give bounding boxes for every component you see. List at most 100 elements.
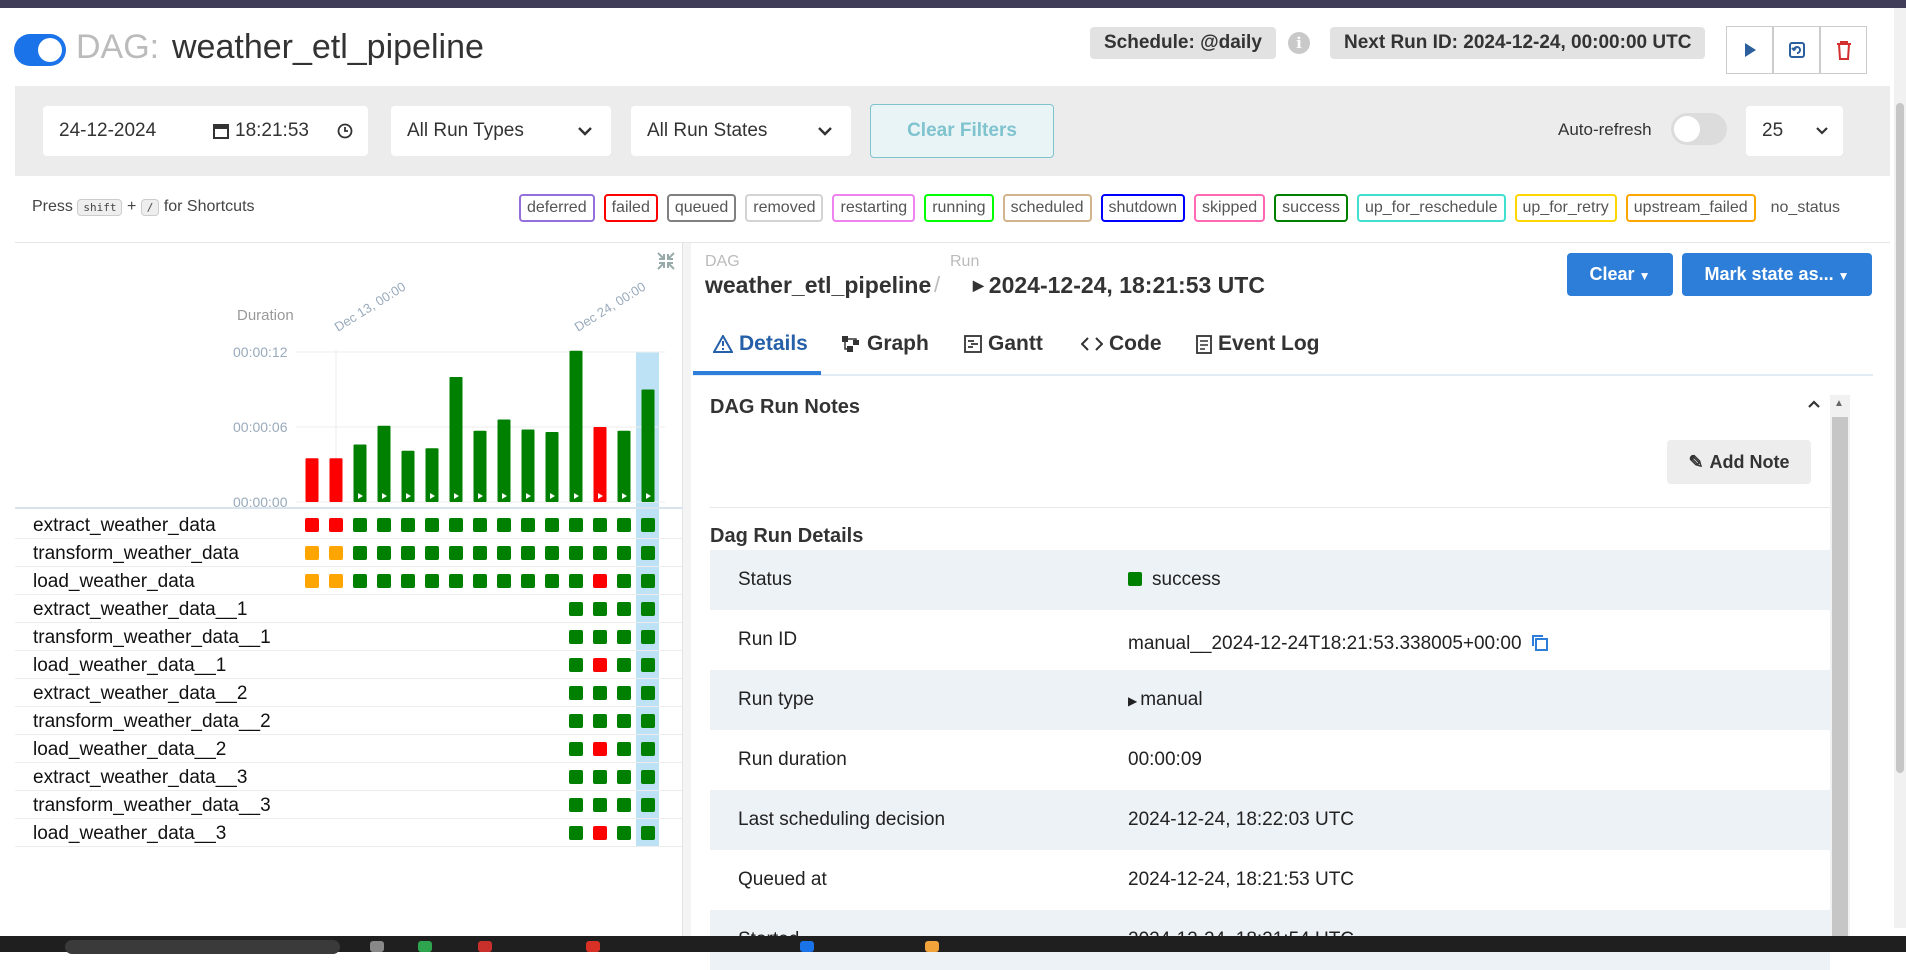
- task-row[interactable]: extract_weather_data: [15, 511, 685, 539]
- task-instance-success[interactable]: [641, 798, 655, 812]
- legend-running[interactable]: running: [924, 194, 994, 222]
- task-name[interactable]: load_weather_data__3: [33, 823, 226, 845]
- legend-queued[interactable]: queued: [666, 194, 737, 222]
- dag-pause-toggle[interactable]: [14, 34, 66, 66]
- tab-code[interactable]: Code: [1081, 332, 1162, 356]
- task-instance-success[interactable]: [617, 686, 631, 700]
- task-instance-success[interactable]: [401, 574, 415, 588]
- task-instance-success[interactable]: [593, 518, 607, 532]
- task-name[interactable]: transform_weather_data__3: [33, 795, 271, 817]
- tab-event-log[interactable]: Event Log: [1196, 332, 1320, 356]
- task-instance-success[interactable]: [545, 574, 559, 588]
- task-instance-success[interactable]: [569, 518, 583, 532]
- app-icon[interactable]: [478, 941, 492, 952]
- task-instance-success[interactable]: [641, 770, 655, 784]
- task-instance-success[interactable]: [449, 518, 463, 532]
- tab-graph[interactable]: Graph: [841, 332, 929, 356]
- task-instance-success[interactable]: [593, 686, 607, 700]
- task-instance-success[interactable]: [641, 714, 655, 728]
- task-name[interactable]: load_weather_data: [33, 571, 195, 593]
- task-instance-success[interactable]: [353, 546, 367, 560]
- copy-icon[interactable]: [1530, 633, 1550, 653]
- task-instance-failed[interactable]: [593, 742, 607, 756]
- task-instance-success[interactable]: [569, 826, 583, 840]
- task-name[interactable]: transform_weather_data__2: [33, 711, 271, 733]
- task-instance-success[interactable]: [545, 546, 559, 560]
- task-name[interactable]: extract_weather_data__3: [33, 767, 247, 789]
- task-name[interactable]: load_weather_data__2: [33, 739, 226, 761]
- legend-upstream-failed[interactable]: upstream_failed: [1625, 194, 1756, 222]
- task-instance-success[interactable]: [569, 686, 583, 700]
- delete-dag-button[interactable]: [1820, 26, 1867, 74]
- task-instance-success[interactable]: [593, 546, 607, 560]
- task-instance-upstream-failed[interactable]: [305, 574, 319, 588]
- task-instance-success[interactable]: [521, 574, 535, 588]
- run-state-select[interactable]: All Run States: [631, 106, 851, 156]
- task-instance-success[interactable]: [473, 546, 487, 560]
- task-instance-success[interactable]: [593, 770, 607, 784]
- legend-success[interactable]: success: [1274, 194, 1348, 222]
- legend-shutdown[interactable]: shutdown: [1100, 194, 1186, 222]
- task-instance-success[interactable]: [569, 770, 583, 784]
- task-instance-success[interactable]: [377, 574, 391, 588]
- clear-filters-button[interactable]: Clear Filters: [870, 104, 1054, 158]
- legend-up-for-reschedule[interactable]: up_for_reschedule: [1356, 194, 1506, 222]
- task-instance-success[interactable]: [641, 630, 655, 644]
- task-name[interactable]: load_weather_data__1: [33, 655, 226, 677]
- task-instance-failed[interactable]: [593, 658, 607, 672]
- task-row[interactable]: transform_weather_data__3: [15, 791, 685, 819]
- task-instance-success[interactable]: [473, 574, 487, 588]
- execution-date-input[interactable]: 24-12-2024 18:21:53: [43, 106, 368, 156]
- task-instance-success[interactable]: [641, 826, 655, 840]
- legend-failed[interactable]: failed: [603, 194, 658, 222]
- panel-resizer[interactable]: [682, 243, 691, 936]
- task-instance-success[interactable]: [641, 742, 655, 756]
- task-instance-success[interactable]: [593, 798, 607, 812]
- task-name[interactable]: extract_weather_data: [33, 515, 216, 537]
- breadcrumb-run[interactable]: 2024-12-24, 18:21:53 UTC: [973, 272, 1265, 299]
- legend-scheduled[interactable]: scheduled: [1002, 194, 1092, 222]
- task-instance-success[interactable]: [641, 518, 655, 532]
- mark-state-button[interactable]: Mark state as... ▼: [1682, 253, 1872, 296]
- clock-icon[interactable]: [337, 123, 353, 139]
- task-instance-success[interactable]: [497, 518, 511, 532]
- task-name[interactable]: extract_weather_data__1: [33, 599, 247, 621]
- task-name[interactable]: transform_weather_data: [33, 543, 239, 565]
- task-row[interactable]: load_weather_data__3: [15, 819, 685, 847]
- task-instance-success[interactable]: [449, 546, 463, 560]
- task-instance-failed[interactable]: [593, 574, 607, 588]
- auto-refresh-switch[interactable]: [1671, 113, 1727, 145]
- task-instance-success[interactable]: [617, 770, 631, 784]
- info-icon[interactable]: i: [1288, 32, 1310, 54]
- task-instance-success[interactable]: [425, 518, 439, 532]
- task-instance-success[interactable]: [617, 602, 631, 616]
- calendar-icon[interactable]: [213, 123, 229, 139]
- task-row[interactable]: transform_weather_data__2: [15, 707, 685, 735]
- task-instance-failed[interactable]: [305, 518, 319, 532]
- tab-details[interactable]: Details: [713, 332, 808, 356]
- task-instance-success[interactable]: [593, 630, 607, 644]
- page-scrollbar[interactable]: [1894, 8, 1906, 928]
- task-instance-success[interactable]: [641, 546, 655, 560]
- task-instance-upstream-failed[interactable]: [329, 546, 343, 560]
- task-instance-success[interactable]: [497, 574, 511, 588]
- task-instance-upstream-failed[interactable]: [329, 574, 343, 588]
- task-instance-success[interactable]: [641, 686, 655, 700]
- task-instance-success[interactable]: [569, 602, 583, 616]
- task-row[interactable]: extract_weather_data__2: [15, 679, 685, 707]
- task-instance-success[interactable]: [401, 546, 415, 560]
- add-note-button[interactable]: ✎ Add Note: [1667, 440, 1811, 484]
- task-instance-success[interactable]: [425, 574, 439, 588]
- task-instance-success[interactable]: [641, 574, 655, 588]
- task-instance-success[interactable]: [569, 574, 583, 588]
- page-scroll-thumb[interactable]: [1896, 103, 1904, 773]
- task-row[interactable]: load_weather_data__2: [15, 735, 685, 763]
- trigger-dag-button[interactable]: [1726, 26, 1773, 74]
- task-instance-success[interactable]: [617, 826, 631, 840]
- app-icon[interactable]: [925, 941, 939, 952]
- legend-skipped[interactable]: skipped: [1194, 194, 1266, 222]
- task-instance-success[interactable]: [569, 714, 583, 728]
- task-instance-success[interactable]: [569, 742, 583, 756]
- task-instance-success[interactable]: [473, 518, 487, 532]
- task-instance-success[interactable]: [617, 546, 631, 560]
